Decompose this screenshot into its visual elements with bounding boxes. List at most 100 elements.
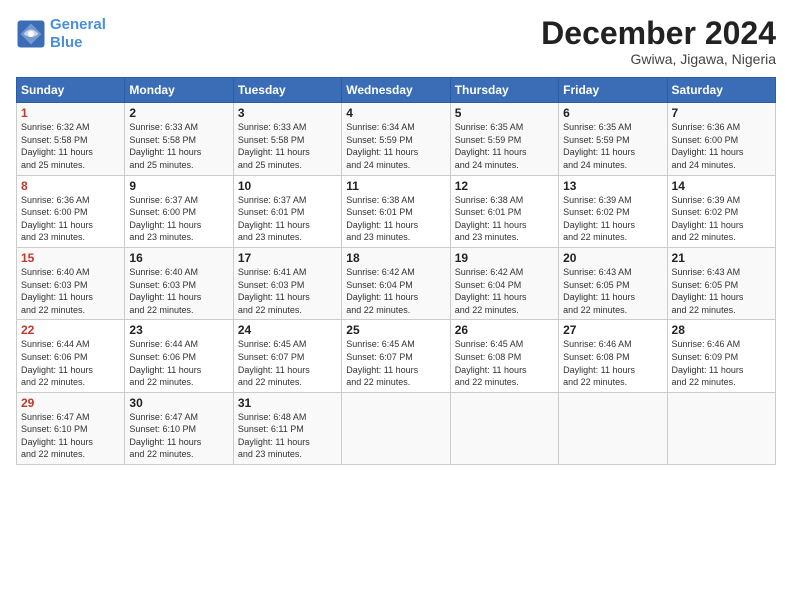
day-info: Sunrise: 6:44 AMSunset: 6:06 PMDaylight:… <box>21 338 120 388</box>
calendar-cell: 7 Sunrise: 6:36 AMSunset: 6:00 PMDayligh… <box>667 103 775 175</box>
calendar-cell: 28 Sunrise: 6:46 AMSunset: 6:09 PMDaylig… <box>667 320 775 392</box>
calendar-cell: 23 Sunrise: 6:44 AMSunset: 6:06 PMDaylig… <box>125 320 233 392</box>
day-number: 20 <box>563 251 662 265</box>
day-info: Sunrise: 6:33 AMSunset: 5:58 PMDaylight:… <box>129 121 228 171</box>
calendar-cell: 24 Sunrise: 6:45 AMSunset: 6:07 PMDaylig… <box>233 320 341 392</box>
logo-text: General Blue <box>50 16 106 52</box>
day-info: Sunrise: 6:37 AMSunset: 6:01 PMDaylight:… <box>238 194 337 244</box>
day-info: Sunrise: 6:38 AMSunset: 6:01 PMDaylight:… <box>455 194 554 244</box>
day-info: Sunrise: 6:45 AMSunset: 6:08 PMDaylight:… <box>455 338 554 388</box>
calendar-cell: 27 Sunrise: 6:46 AMSunset: 6:08 PMDaylig… <box>559 320 667 392</box>
weekday-header: Friday <box>559 78 667 103</box>
day-info: Sunrise: 6:36 AMSunset: 6:00 PMDaylight:… <box>672 121 771 171</box>
calendar-cell: 2 Sunrise: 6:33 AMSunset: 5:58 PMDayligh… <box>125 103 233 175</box>
calendar-cell: 8 Sunrise: 6:36 AMSunset: 6:00 PMDayligh… <box>17 175 125 247</box>
day-number: 24 <box>238 323 337 337</box>
day-number: 5 <box>455 106 554 120</box>
calendar-week-row: 29 Sunrise: 6:47 AMSunset: 6:10 PMDaylig… <box>17 392 776 464</box>
day-number: 9 <box>129 179 228 193</box>
calendar-cell <box>559 392 667 464</box>
day-number: 2 <box>129 106 228 120</box>
day-info: Sunrise: 6:40 AMSunset: 6:03 PMDaylight:… <box>21 266 120 316</box>
day-info: Sunrise: 6:45 AMSunset: 6:07 PMDaylight:… <box>238 338 337 388</box>
weekday-header: Thursday <box>450 78 558 103</box>
calendar-cell: 1 Sunrise: 6:32 AMSunset: 5:58 PMDayligh… <box>17 103 125 175</box>
day-number: 16 <box>129 251 228 265</box>
calendar-table: SundayMondayTuesdayWednesdayThursdayFrid… <box>16 77 776 465</box>
weekday-row: SundayMondayTuesdayWednesdayThursdayFrid… <box>17 78 776 103</box>
calendar-cell: 26 Sunrise: 6:45 AMSunset: 6:08 PMDaylig… <box>450 320 558 392</box>
day-info: Sunrise: 6:33 AMSunset: 5:58 PMDaylight:… <box>238 121 337 171</box>
day-info: Sunrise: 6:39 AMSunset: 6:02 PMDaylight:… <box>672 194 771 244</box>
calendar-cell: 20 Sunrise: 6:43 AMSunset: 6:05 PMDaylig… <box>559 247 667 319</box>
day-info: Sunrise: 6:46 AMSunset: 6:08 PMDaylight:… <box>563 338 662 388</box>
calendar-cell: 22 Sunrise: 6:44 AMSunset: 6:06 PMDaylig… <box>17 320 125 392</box>
calendar-cell <box>450 392 558 464</box>
calendar-cell: 13 Sunrise: 6:39 AMSunset: 6:02 PMDaylig… <box>559 175 667 247</box>
day-info: Sunrise: 6:41 AMSunset: 6:03 PMDaylight:… <box>238 266 337 316</box>
day-info: Sunrise: 6:47 AMSunset: 6:10 PMDaylight:… <box>21 411 120 461</box>
day-info: Sunrise: 6:32 AMSunset: 5:58 PMDaylight:… <box>21 121 120 171</box>
day-number: 21 <box>672 251 771 265</box>
day-info: Sunrise: 6:35 AMSunset: 5:59 PMDaylight:… <box>455 121 554 171</box>
calendar-header: SundayMondayTuesdayWednesdayThursdayFrid… <box>17 78 776 103</box>
day-info: Sunrise: 6:42 AMSunset: 6:04 PMDaylight:… <box>346 266 445 316</box>
day-number: 22 <box>21 323 120 337</box>
day-number: 10 <box>238 179 337 193</box>
day-number: 30 <box>129 396 228 410</box>
day-info: Sunrise: 6:34 AMSunset: 5:59 PMDaylight:… <box>346 121 445 171</box>
day-number: 25 <box>346 323 445 337</box>
weekday-header: Tuesday <box>233 78 341 103</box>
day-info: Sunrise: 6:43 AMSunset: 6:05 PMDaylight:… <box>672 266 771 316</box>
day-number: 26 <box>455 323 554 337</box>
day-number: 27 <box>563 323 662 337</box>
day-number: 8 <box>21 179 120 193</box>
day-info: Sunrise: 6:47 AMSunset: 6:10 PMDaylight:… <box>129 411 228 461</box>
calendar-cell: 11 Sunrise: 6:38 AMSunset: 6:01 PMDaylig… <box>342 175 450 247</box>
calendar-cell: 15 Sunrise: 6:40 AMSunset: 6:03 PMDaylig… <box>17 247 125 319</box>
calendar-cell: 25 Sunrise: 6:45 AMSunset: 6:07 PMDaylig… <box>342 320 450 392</box>
day-number: 14 <box>672 179 771 193</box>
calendar-cell: 29 Sunrise: 6:47 AMSunset: 6:10 PMDaylig… <box>17 392 125 464</box>
calendar-cell: 18 Sunrise: 6:42 AMSunset: 6:04 PMDaylig… <box>342 247 450 319</box>
day-number: 7 <box>672 106 771 120</box>
calendar-cell: 31 Sunrise: 6:48 AMSunset: 6:11 PMDaylig… <box>233 392 341 464</box>
day-number: 6 <box>563 106 662 120</box>
calendar-cell: 6 Sunrise: 6:35 AMSunset: 5:59 PMDayligh… <box>559 103 667 175</box>
day-number: 28 <box>672 323 771 337</box>
calendar-week-row: 15 Sunrise: 6:40 AMSunset: 6:03 PMDaylig… <box>17 247 776 319</box>
day-number: 3 <box>238 106 337 120</box>
day-number: 4 <box>346 106 445 120</box>
calendar-cell: 21 Sunrise: 6:43 AMSunset: 6:05 PMDaylig… <box>667 247 775 319</box>
day-number: 11 <box>346 179 445 193</box>
day-number: 18 <box>346 251 445 265</box>
calendar-cell: 14 Sunrise: 6:39 AMSunset: 6:02 PMDaylig… <box>667 175 775 247</box>
day-info: Sunrise: 6:48 AMSunset: 6:11 PMDaylight:… <box>238 411 337 461</box>
calendar-cell: 5 Sunrise: 6:35 AMSunset: 5:59 PMDayligh… <box>450 103 558 175</box>
page: General Blue December 2024 Gwiwa, Jigawa… <box>0 0 792 612</box>
calendar-cell <box>667 392 775 464</box>
day-info: Sunrise: 6:35 AMSunset: 5:59 PMDaylight:… <box>563 121 662 171</box>
day-info: Sunrise: 6:36 AMSunset: 6:00 PMDaylight:… <box>21 194 120 244</box>
calendar-cell <box>342 392 450 464</box>
logo: General Blue <box>16 16 106 52</box>
calendar-cell: 30 Sunrise: 6:47 AMSunset: 6:10 PMDaylig… <box>125 392 233 464</box>
calendar-cell: 10 Sunrise: 6:37 AMSunset: 6:01 PMDaylig… <box>233 175 341 247</box>
day-number: 31 <box>238 396 337 410</box>
day-number: 1 <box>21 106 120 120</box>
weekday-header: Sunday <box>17 78 125 103</box>
day-info: Sunrise: 6:39 AMSunset: 6:02 PMDaylight:… <box>563 194 662 244</box>
calendar-cell: 4 Sunrise: 6:34 AMSunset: 5:59 PMDayligh… <box>342 103 450 175</box>
weekday-header: Wednesday <box>342 78 450 103</box>
day-info: Sunrise: 6:37 AMSunset: 6:00 PMDaylight:… <box>129 194 228 244</box>
day-info: Sunrise: 6:45 AMSunset: 6:07 PMDaylight:… <box>346 338 445 388</box>
calendar-cell: 9 Sunrise: 6:37 AMSunset: 6:00 PMDayligh… <box>125 175 233 247</box>
calendar-week-row: 8 Sunrise: 6:36 AMSunset: 6:00 PMDayligh… <box>17 175 776 247</box>
day-number: 19 <box>455 251 554 265</box>
day-info: Sunrise: 6:43 AMSunset: 6:05 PMDaylight:… <box>563 266 662 316</box>
month-title: December 2024 <box>541 16 776 51</box>
calendar-week-row: 22 Sunrise: 6:44 AMSunset: 6:06 PMDaylig… <box>17 320 776 392</box>
day-number: 15 <box>21 251 120 265</box>
logo-icon <box>16 19 46 49</box>
day-info: Sunrise: 6:46 AMSunset: 6:09 PMDaylight:… <box>672 338 771 388</box>
